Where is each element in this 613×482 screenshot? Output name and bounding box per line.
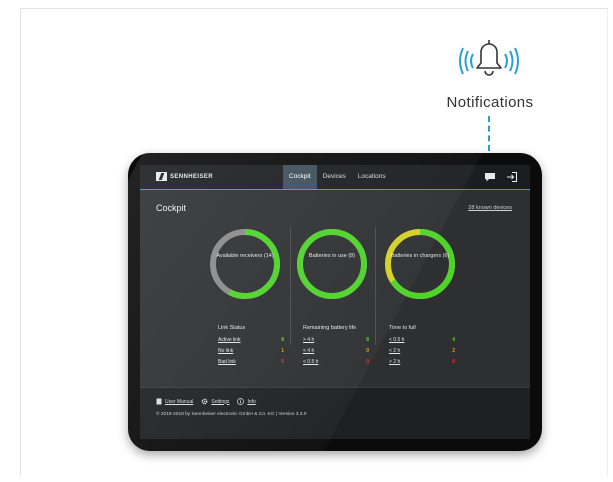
sennheiser-logo[interactable]: SENNHEISER xyxy=(156,172,213,181)
row-value: 2 xyxy=(452,348,455,354)
row-value: 4 xyxy=(452,337,455,343)
list-item[interactable]: < 0.5 h 4 xyxy=(389,337,455,345)
logo-text: SENNHEISER xyxy=(170,173,214,180)
tablet-device: SENNHEISER Cockpit Devices Locations Coc… xyxy=(128,153,542,451)
list-item[interactable]: Active link 8 xyxy=(218,337,284,345)
info-label: Info xyxy=(247,398,256,405)
row-value: 0 xyxy=(366,348,369,354)
top-right-actions xyxy=(484,171,518,183)
row-value: 1 xyxy=(281,348,284,354)
main-tabs: Cockpit Devices Locations xyxy=(283,165,392,189)
row-label: > 2 h xyxy=(389,359,401,365)
info-icon xyxy=(237,398,245,405)
copyright-text: © 2016-2019 by Sennheiser electronic Gmb… xyxy=(156,412,307,417)
ring-batteries-in-use[interactable]: Batteries in use (8) xyxy=(295,227,369,301)
sennheiser-logo-icon xyxy=(156,172,167,181)
ring-label: Batteries in chargers (6) xyxy=(390,253,450,259)
row-label: Active link xyxy=(218,337,241,343)
user-manual-link[interactable]: User Manual xyxy=(156,398,193,405)
list-item[interactable]: > 4 h 8 xyxy=(303,337,369,345)
row-label: < 0.5 h xyxy=(389,337,405,343)
settings-link[interactable]: Settings xyxy=(201,398,229,405)
time-to-full-heading: Time to full xyxy=(389,325,416,331)
row-label: < 0.5 h xyxy=(303,359,319,365)
logout-icon[interactable] xyxy=(506,171,518,183)
chat-icon[interactable] xyxy=(484,171,496,183)
info-link[interactable]: Info xyxy=(237,398,256,405)
column-divider xyxy=(290,227,291,345)
row-value: 0 xyxy=(366,359,369,365)
list-item[interactable]: No link 1 xyxy=(218,348,284,356)
bell-icon xyxy=(459,40,519,76)
user-manual-label: User Manual xyxy=(165,398,194,405)
list-item[interactable]: > 2 h 0 xyxy=(389,359,455,367)
row-value: 0 xyxy=(452,359,455,365)
row-value: 8 xyxy=(281,337,284,343)
list-item[interactable]: < 4 h 0 xyxy=(303,348,369,356)
settings-label: Settings xyxy=(211,398,230,405)
column-divider xyxy=(375,227,376,345)
ring-label: Available receivers (14) xyxy=(216,253,274,259)
list-item[interactable]: Bad link 5 xyxy=(218,359,284,367)
list-item[interactable]: < 2 h 2 xyxy=(389,348,455,356)
top-navigation-bar: SENNHEISER Cockpit Devices Locations xyxy=(140,165,530,190)
tab-locations[interactable]: Locations xyxy=(352,165,392,189)
row-value: 8 xyxy=(366,337,369,343)
battery-life-heading: Remaining battery life xyxy=(303,325,357,331)
gear-icon xyxy=(201,398,208,405)
row-value: 5 xyxy=(281,359,284,365)
ring-available-receivers[interactable]: Available receivers (14) xyxy=(208,227,282,301)
ring-batteries-in-chargers[interactable]: Batteries in chargers (6) xyxy=(383,227,457,301)
footer-links: User Manual Settings Info xyxy=(156,398,256,405)
known-devices-link[interactable]: 28 known devices xyxy=(468,205,512,211)
app-screen: SENNHEISER Cockpit Devices Locations Coc… xyxy=(140,165,530,439)
row-label: Bad link xyxy=(218,359,236,365)
row-label: < 2 h xyxy=(389,348,401,354)
tab-devices[interactable]: Devices xyxy=(317,165,352,189)
row-label: > 4 h xyxy=(303,337,315,343)
tab-cockpit[interactable]: Cockpit xyxy=(283,165,317,189)
row-label: No link xyxy=(218,348,234,354)
page-title: Cockpit xyxy=(156,203,187,213)
link-status-heading: Link Status xyxy=(218,325,246,331)
ring-fill-arc xyxy=(297,229,367,299)
notifications-callout-label: Notifications xyxy=(446,94,534,111)
row-label: < 4 h xyxy=(303,348,315,354)
app-footer: User Manual Settings Info © 2016-2019 by… xyxy=(140,387,530,439)
book-icon xyxy=(156,398,162,405)
ring-label: Batteries in use (8) xyxy=(308,253,356,259)
list-item[interactable]: < 0.5 h 0 xyxy=(303,359,369,367)
